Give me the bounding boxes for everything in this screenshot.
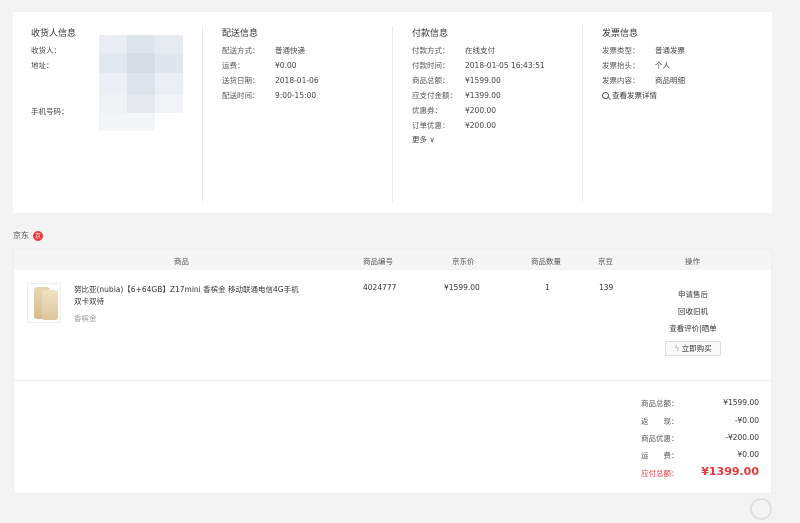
divider [202, 26, 203, 202]
lightning-icon: ϟ [674, 344, 680, 353]
pay-total-label: 应付总额： [641, 469, 679, 478]
payment-time: 付款时间： 2018-01-05 16:43:51 [412, 61, 545, 70]
goods-total: 商品总额： ¥1599.00 [412, 76, 501, 85]
header-qty: 商品数量 [531, 257, 561, 266]
product-qty: 1 [545, 283, 550, 292]
header-sku: 商品编号 [363, 257, 393, 266]
consignee-section: 收货人信息 收货人： 地址： 手机号码： [31, 12, 201, 213]
shop-badge-icon[interactable]: 京 [33, 230, 43, 241]
delivery-title: 配送信息 [222, 29, 259, 39]
buy-now-label: 立即购买 [681, 344, 712, 353]
watermark-circle-icon [750, 498, 772, 520]
divider [582, 26, 583, 202]
redacted-personal-info [99, 35, 211, 133]
divider [392, 26, 393, 202]
product-price: ¥1599.00 [444, 283, 480, 292]
cashback-label: 返 现： [641, 417, 679, 426]
recycle-old-phone-link[interactable]: 回收旧机 [662, 306, 724, 317]
phone-front-icon [42, 290, 58, 320]
total-goods-value: ¥1599.00 [723, 398, 759, 407]
invoice-header: 发票抬头： 个人 [602, 61, 670, 70]
shop-name[interactable]: 京东 [13, 230, 29, 241]
coupon: 优惠券： ¥200.00 [412, 106, 497, 115]
product-sku: 4024777 [363, 283, 397, 292]
consignee-title: 收货人信息 [31, 29, 77, 39]
header-beans: 京豆 [598, 257, 613, 266]
buy-now-button[interactable]: ϟ 立即购买 [665, 341, 721, 356]
pay-total-value: ¥1399.00 [701, 465, 759, 478]
consignee-name-label: 收货人： [31, 46, 61, 55]
invoice-title: 发票信息 [602, 29, 639, 39]
more-link[interactable]: 更多 ∨ [412, 134, 435, 145]
consignee-phone-label: 手机号码： [31, 107, 69, 116]
order-items-table: 商品 商品编号 京东价 商品数量 京豆 操作 努比亚(nubia)【6+64GB… [13, 249, 772, 494]
delivery-section: 配送信息 配送方式： 普通快递 运费： ¥0.00 送货日期： 2018-01-06 … [222, 12, 392, 213]
view-review-link[interactable]: 查看评价|晒单 [662, 323, 724, 334]
consignee-address-label: 地址： [31, 61, 54, 70]
product-beans: 139 [599, 283, 614, 292]
payment-section: 付款信息 付款方式： 在线支付 付款时间： 2018-01-05 16:43:51 … [412, 12, 582, 213]
goods-discount-label: 商品优惠： [641, 434, 679, 443]
header-product: 商品 [174, 257, 189, 266]
divider [14, 380, 771, 381]
invoice-section: 发票信息 发票类型： 普通发票 发票抬头： 个人 发票内容： 商品明细 查看发票详情 [602, 12, 767, 213]
payment-method: 付款方式： 在线支付 [412, 46, 495, 55]
amount-due: 应支付金额： ¥1399.00 [412, 91, 501, 100]
invoice-content: 发票内容： 商品明细 [602, 76, 685, 85]
invoice-type: 发票类型： 普通发票 [602, 46, 685, 55]
product-name-link[interactable]: 努比亚(nubia)【6+64GB】Z17mini 香槟金 移动联通电信4G手机… [74, 284, 304, 308]
delivery-time: 配送时间： 9:00-15:00 [222, 91, 317, 100]
table-header: 商品 商品编号 京东价 商品数量 京豆 操作 [14, 250, 771, 270]
payment-title: 付款信息 [412, 29, 449, 39]
cashback-value: -¥0.00 [734, 416, 759, 425]
shipping-fee-value: ¥0.00 [737, 450, 759, 459]
watermark-logo [750, 498, 772, 520]
header-price: 京东价 [452, 257, 475, 266]
magnifier-icon [602, 92, 609, 99]
header-ops: 操作 [685, 257, 700, 266]
product-color: 香槟金 [74, 314, 97, 323]
delivery-date: 送货日期： 2018-01-06 [222, 76, 319, 85]
shop-header: 京东 京 [13, 230, 43, 241]
view-invoice-label: 查看发票详情 [612, 91, 657, 100]
order-discount: 订单优惠： ¥200.00 [412, 121, 497, 130]
view-invoice-link[interactable]: 查看发票详情 [602, 90, 657, 101]
apply-after-sale-link[interactable]: 申请售后 [662, 289, 724, 300]
product-image[interactable] [27, 283, 61, 323]
order-info-panel: 收货人信息 收货人： 地址： 手机号码： 配送信息 配送方式： 普通快递 运费： ¥… [13, 12, 772, 213]
delivery-method: 配送方式： 普通快递 [222, 46, 305, 55]
shipping-fee-label: 运 费： [641, 451, 679, 460]
goods-discount-value: -¥200.00 [725, 433, 759, 442]
delivery-fee: 运费： ¥0.00 [222, 61, 297, 70]
total-goods-label: 商品总额： [641, 399, 679, 408]
